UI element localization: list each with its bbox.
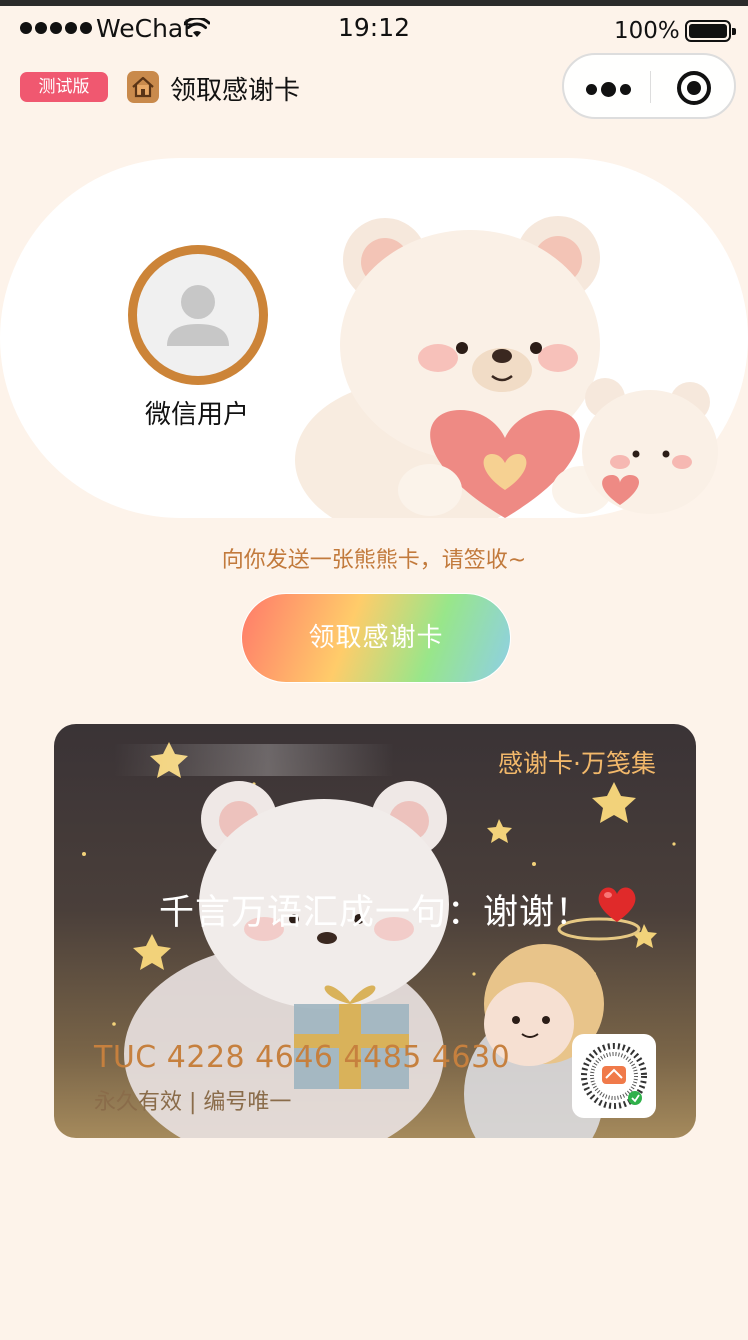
mini-program-capsule xyxy=(562,53,736,119)
claim-card-button[interactable]: 领取感谢卡 xyxy=(241,593,511,683)
heart-icon xyxy=(598,887,636,922)
username: 微信用户 xyxy=(144,400,249,430)
home-icon[interactable] xyxy=(127,71,159,103)
page-title: 领取感谢卡 xyxy=(170,76,301,106)
more-menu-icon[interactable] xyxy=(586,82,631,97)
thank-you-card: 感谢卡·万笺集 千言万语汇成一句：谢谢！ TUC 4228 4646 4485 … xyxy=(54,724,696,1138)
mini-program-code[interactable] xyxy=(572,1034,656,1118)
card-stripe xyxy=(114,744,394,776)
invite-message: 向你发送一张熊熊卡，请签收~ xyxy=(221,548,527,573)
status-bar: WeChat 19:12 100% xyxy=(0,6,748,50)
bear-illustration xyxy=(295,216,718,518)
house-icon xyxy=(132,76,154,98)
card-brand: 感谢卡·万笺集 xyxy=(498,749,656,778)
card-number: TUC 4228 4646 4485 4630 xyxy=(94,1040,511,1075)
avatar xyxy=(128,245,268,385)
close-mini-program-icon[interactable] xyxy=(677,71,711,105)
qr-code-icon xyxy=(581,1043,647,1109)
capsule-divider xyxy=(650,71,651,103)
default-user-icon xyxy=(167,285,229,346)
battery-percentage: 100% xyxy=(614,18,680,44)
test-version-badge: 测试版 xyxy=(20,72,108,102)
card-validity: 永久有效 | 编号唯一 xyxy=(94,1090,292,1115)
battery-icon xyxy=(685,20,736,42)
